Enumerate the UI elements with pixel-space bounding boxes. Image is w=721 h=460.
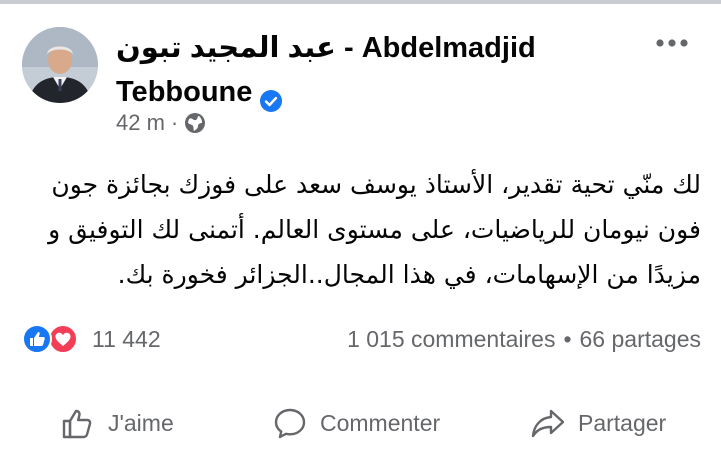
share-button[interactable]: Partager (530, 398, 666, 448)
thumbs-up-icon (62, 409, 92, 439)
comment-button-label: Commenter (320, 409, 441, 436)
meta-separator: · (170, 110, 179, 135)
like-button-label: J'aime (108, 409, 174, 436)
share-button-label: Partager (578, 409, 667, 436)
comment-button[interactable]: Commenter (272, 398, 440, 448)
top-divider (0, 0, 721, 4)
post-stats: 1 015 commentaires • 66 partages (347, 326, 701, 353)
globe-icon (184, 112, 206, 134)
avatar[interactable] (22, 27, 98, 103)
stats-separator: • (563, 326, 572, 352)
author-name[interactable]: عبد المجيد تبون - Abdelmadjid Tebboune (116, 26, 616, 114)
author-name-line1: عبد المجيد تبون - Abdelmadjid (116, 32, 536, 64)
action-bar: J'aime Commenter Partager (0, 398, 721, 448)
more-options-icon[interactable] (654, 36, 690, 48)
share-arrow-icon (531, 409, 565, 438)
like-reaction-icon (22, 324, 52, 354)
reactions-summary[interactable]: 11 442 (22, 324, 161, 354)
comments-count[interactable]: 1 015 commentaires (347, 326, 555, 353)
author-name-line2: Tebboune (116, 76, 253, 108)
shares-count[interactable]: 66 partages (580, 326, 701, 353)
reaction-icons (22, 324, 82, 354)
avatar-image (22, 27, 98, 103)
comment-bubble-icon (274, 408, 306, 439)
post-timestamp[interactable]: 42 m (116, 110, 165, 136)
like-button[interactable]: J'aime (60, 398, 174, 448)
reaction-count: 11 442 (92, 325, 161, 352)
post-text: لك منّي تحية تقدير، الأستاذ يوسف سعد على… (48, 170, 701, 289)
verified-badge-icon (260, 81, 283, 112)
love-reaction-icon (48, 324, 78, 354)
post-meta: 42 m · (116, 110, 206, 136)
